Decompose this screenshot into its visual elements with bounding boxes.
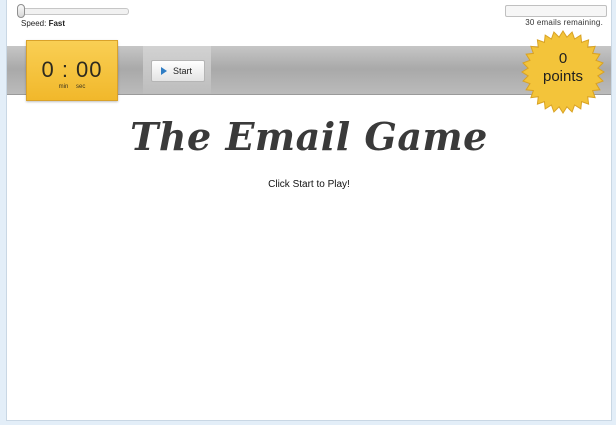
timer-min-label: min [58, 84, 69, 90]
game-window: Speed: Fast 30 emails remaining. 0 : 00 … [6, 0, 612, 421]
game-title: The Email Game [130, 114, 488, 159]
start-instruction: Click Start to Play! [268, 179, 350, 190]
timer-display: 0 : 00 [41, 57, 103, 82]
emails-remaining-bar [505, 5, 607, 17]
emails-remaining-text: 30 emails remaining. [525, 18, 603, 27]
play-icon [161, 67, 167, 75]
speed-label: Speed: Fast [21, 19, 65, 28]
speed-slider[interactable] [17, 4, 129, 18]
start-button-label: Start [173, 66, 193, 76]
points-text: 0 points [521, 50, 605, 86]
timer-unit-labels: min sec [27, 84, 117, 90]
points-value: 0 [558, 50, 568, 67]
speed-slider-knob[interactable] [17, 4, 25, 18]
points-label: points [542, 68, 584, 85]
timer-sec-label: sec [76, 84, 86, 90]
start-button[interactable]: Start [151, 60, 205, 82]
timer: 0 : 00 min sec [26, 40, 118, 101]
speed-value: Fast [48, 19, 66, 28]
points-badge: 0 points [521, 30, 605, 114]
speed-label-text: Speed: [21, 19, 47, 28]
